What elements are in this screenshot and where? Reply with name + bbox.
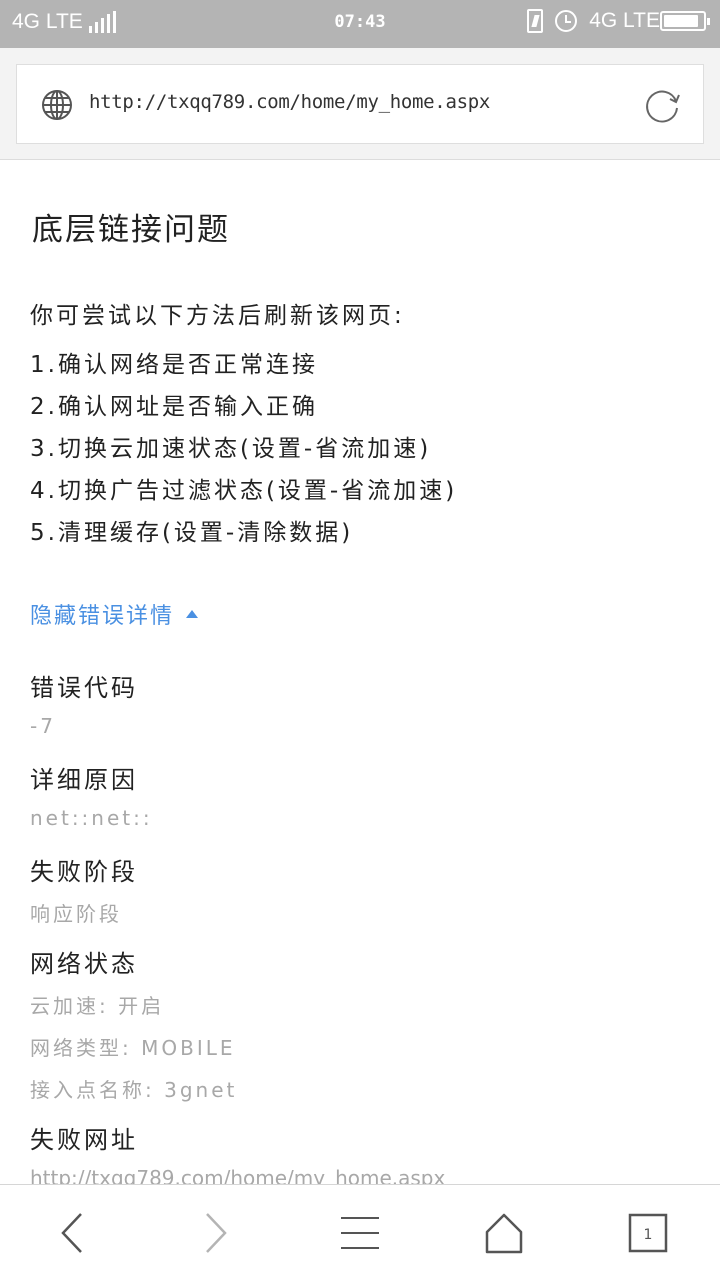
tabs-icon: 1: [628, 1213, 668, 1253]
url-text[interactable]: http://txqq789.com/home/my_home.aspx: [89, 91, 490, 113]
tip-item: 2.确认网址是否输入正确: [30, 394, 318, 420]
alarm-icon: [555, 10, 578, 32]
hide-details-link[interactable]: 隐藏错误详情: [30, 598, 199, 630]
caret-up-icon: [186, 610, 199, 618]
cloud-accel-value: 云加速: 开启: [30, 994, 165, 1018]
battery-level: [664, 15, 699, 27]
network-type-value: 网络类型: MOBILE: [30, 1036, 236, 1060]
forward-arrow-icon: [206, 1213, 227, 1253]
tip-item: 3.切换云加速状态(设置-省流加速): [30, 436, 432, 462]
page-title: 底层链接问题: [32, 212, 230, 248]
address-bar[interactable]: http://txqq789.com/home/my_home.aspx: [16, 64, 704, 144]
status-bar: 4G LTE 07:43 4G LTE: [0, 0, 720, 48]
stage-value: 响应阶段: [30, 902, 122, 926]
tips-list: 1.确认网络是否正常连接 2.确认网址是否输入正确 3.切换云加速状态(设置-省…: [30, 344, 457, 554]
tabs-button[interactable]: 1: [576, 1185, 720, 1280]
back-button[interactable]: [0, 1185, 144, 1280]
failed-url-label: 失败网址: [30, 1126, 138, 1154]
forward-button[interactable]: [144, 1185, 288, 1280]
apn-value: 接入点名称: 3gnet: [30, 1078, 238, 1102]
menu-icon: [341, 1217, 379, 1249]
battery-icon: [660, 11, 710, 31]
hide-details-label: 隐藏错误详情: [30, 604, 175, 629]
bottom-nav: 1: [0, 1184, 720, 1280]
reason-label: 详细原因: [30, 766, 138, 794]
stage-label: 失败阶段: [30, 858, 138, 886]
tip-item: 1.确认网络是否正常连接: [30, 352, 318, 378]
charging-icon: [527, 9, 544, 33]
error-code-label: 错误代码: [30, 674, 138, 702]
globe-icon: [42, 90, 72, 120]
tab-count: 1: [644, 1227, 653, 1243]
status-right: 4G LTE: [527, 9, 710, 33]
menu-button[interactable]: [288, 1185, 432, 1280]
intro-text: 你可尝试以下方法后刷新该网页:: [30, 303, 405, 329]
tip-item: 4.切换广告过滤状态(设置-省流加速): [30, 478, 458, 504]
back-arrow-icon: [61, 1213, 82, 1253]
address-bar-area: http://txqq789.com/home/my_home.aspx: [0, 48, 720, 160]
reason-value: net::net::: [30, 806, 153, 830]
network-status-label: 网络状态: [30, 950, 138, 978]
tip-item: 5.清理缓存(设置-清除数据): [30, 520, 354, 546]
reload-icon[interactable]: [643, 85, 683, 125]
network-type-label-right: 4G LTE: [589, 9, 660, 32]
error-code-value: -7: [30, 714, 56, 738]
home-icon: [485, 1213, 523, 1254]
home-button[interactable]: [432, 1185, 576, 1280]
